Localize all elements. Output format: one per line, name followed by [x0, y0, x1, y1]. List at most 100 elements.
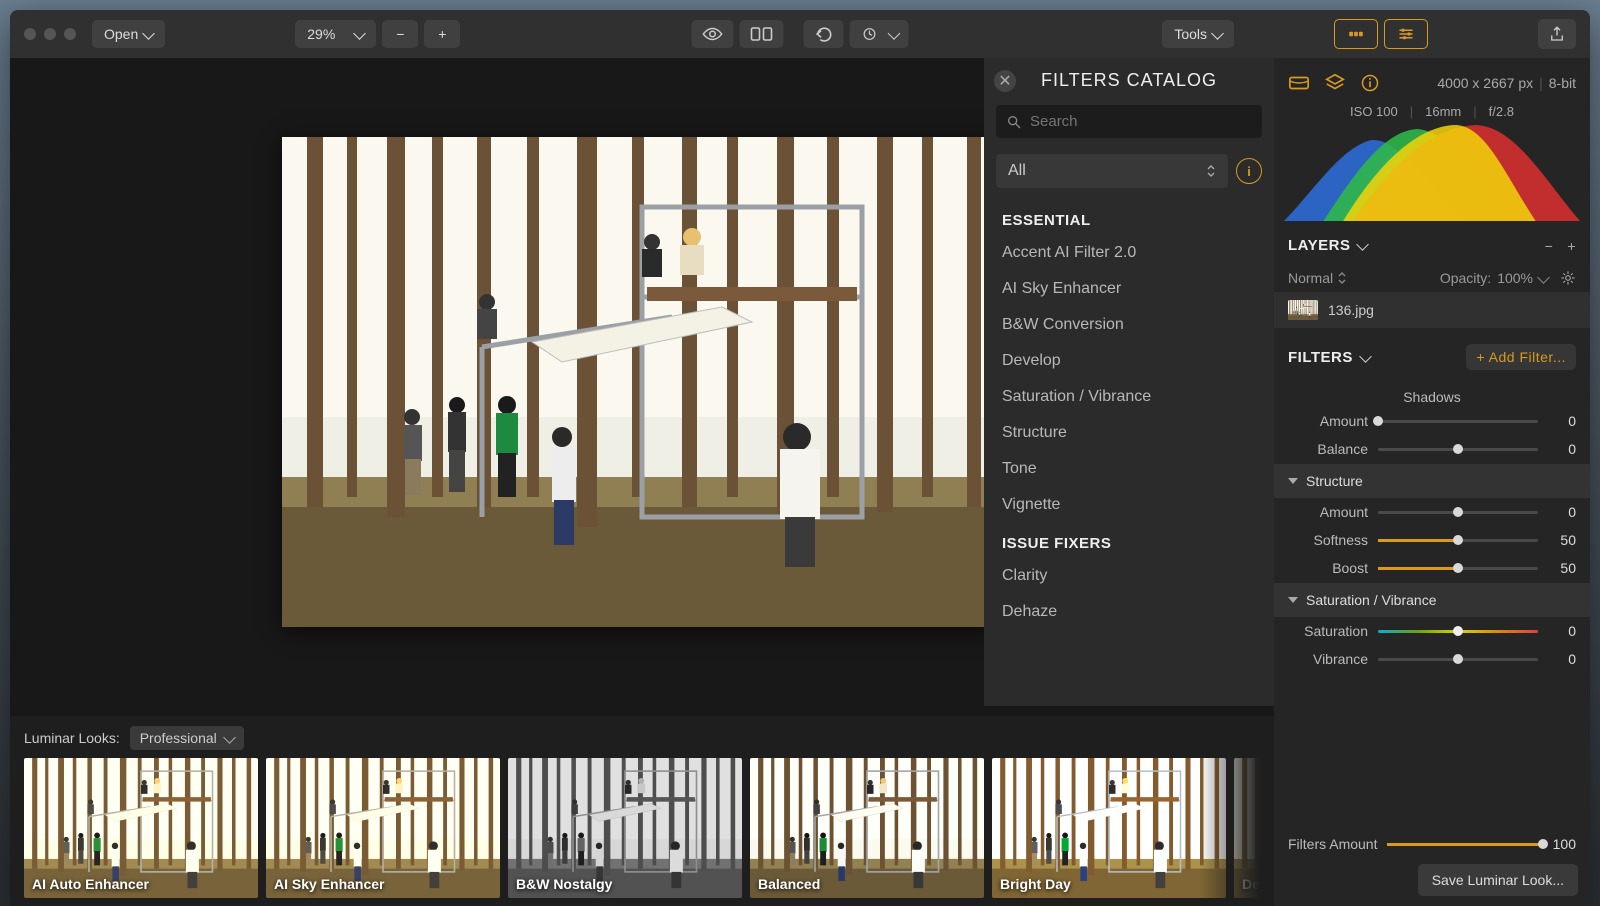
filter-panels: ShadowsAmount0Balance0StructureAmount0So… [1274, 380, 1590, 824]
layer-item[interactable]: 136.jpg [1274, 292, 1590, 328]
slider-label: Vibrance [1288, 651, 1368, 667]
bit-depth: 8-bit [1549, 75, 1576, 91]
slider-value: 0 [1548, 623, 1576, 639]
layers-icon[interactable] [1324, 72, 1346, 94]
slider-track[interactable] [1378, 630, 1538, 633]
close-catalog-button[interactable]: ✕ [994, 70, 1016, 92]
catalog-title: FILTERS CATALOG [998, 70, 1260, 91]
tools-button[interactable]: Tools [1162, 20, 1234, 48]
app-window: Open 29% − + Tools [10, 10, 1590, 906]
right-sidebar: 4000 x 2667 px|8-bit ISO 100|16mm|f/2.8 … [1274, 58, 1590, 906]
catalog-item[interactable]: Develop [984, 343, 1274, 379]
slider-row: Softness 50 [1274, 526, 1590, 554]
catalog-item[interactable]: Accent AI Filter 2.0 [984, 235, 1274, 271]
catalog-item[interactable]: Saturation / Vibrance [984, 379, 1274, 415]
history-button[interactable] [850, 20, 909, 48]
catalog-info-button[interactable]: i [1236, 158, 1262, 184]
catalog-item[interactable]: B&W Conversion [984, 307, 1274, 343]
look-label: Balanced [758, 876, 820, 892]
share-button[interactable] [1538, 19, 1576, 49]
info-icon[interactable] [1360, 73, 1380, 93]
opacity-value[interactable]: 100% [1497, 270, 1533, 286]
slider-value: 0 [1548, 413, 1576, 429]
filters-section-header[interactable]: FILTERS + Add Filter... [1274, 328, 1590, 380]
look-thumb[interactable]: AI Sky Enhancer [266, 758, 500, 898]
layers-section-header[interactable]: LAYERS −+ [1274, 227, 1590, 264]
look-thumb[interactable]: AI Auto Enhancer [24, 758, 258, 898]
slider-value: 0 [1548, 651, 1576, 667]
slider-label: Balance [1288, 441, 1368, 457]
slider-label: Boost [1288, 560, 1368, 576]
add-filter-button[interactable]: + Add Filter... [1466, 344, 1576, 370]
looks-thumbnails: AI Auto Enhancer AI Sky Enhancer B&W Nosta… [24, 758, 1260, 900]
slider-track[interactable] [1378, 567, 1538, 570]
undo-button[interactable] [804, 20, 844, 48]
catalog-search[interactable] [996, 105, 1262, 138]
slider-row: Amount 0 [1274, 498, 1590, 526]
catalog-list: ESSENTIALAccent AI Filter 2.0AI Sky Enha… [984, 194, 1274, 706]
catalog-item[interactable]: AI Sky Enhancer [984, 271, 1274, 307]
look-label: AI Auto Enhancer [32, 876, 149, 892]
slider-track[interactable] [1378, 511, 1538, 514]
open-button[interactable]: Open [92, 20, 165, 48]
exif-row: ISO 100|16mm|f/2.8 [1274, 98, 1590, 121]
zoom-group: 29% − + [295, 20, 460, 48]
catalog-item[interactable]: Clarity [984, 558, 1274, 594]
looks-heading: Luminar Looks: [24, 730, 120, 746]
add-layer-button[interactable]: + [1567, 238, 1576, 254]
filter-group-header[interactable]: Saturation / Vibrance [1274, 583, 1590, 617]
look-label: AI Sky Enhancer [274, 876, 385, 892]
slider-track[interactable] [1378, 448, 1538, 451]
slider-track[interactable] [1378, 658, 1538, 661]
panorama-icon[interactable] [1288, 72, 1310, 94]
slider-row: Vibrance 0 [1274, 645, 1590, 673]
zoom-out-button[interactable]: − [382, 20, 418, 48]
slider-value: 50 [1548, 532, 1576, 548]
layer-name: 136.jpg [1328, 302, 1374, 318]
catalog-scope-select[interactable]: All [996, 154, 1228, 188]
catalog-item[interactable]: Tone [984, 451, 1274, 487]
search-icon [1006, 114, 1022, 130]
filter-group-header[interactable]: Structure [1274, 464, 1590, 498]
save-look-button[interactable]: Save Luminar Look... [1418, 864, 1578, 896]
main-image [282, 137, 1002, 627]
layer-gear-icon[interactable] [1560, 270, 1576, 286]
catalog-item[interactable]: Vignette [984, 487, 1274, 523]
catalog-group-header: ESSENTIAL [984, 200, 1274, 235]
filters-tab[interactable] [1384, 19, 1428, 49]
window-controls[interactable] [24, 28, 76, 40]
search-input[interactable] [1030, 113, 1252, 130]
layer-controls: Normal Opacity:100% [1274, 264, 1590, 292]
slider-row: Boost 50 [1274, 554, 1590, 582]
compare-button[interactable] [740, 20, 784, 48]
slider-value: 0 [1548, 441, 1576, 457]
preview-eye-button[interactable] [692, 20, 734, 48]
slider-value: 0 [1548, 504, 1576, 520]
slider-label: Saturation [1288, 623, 1368, 639]
zoom-in-button[interactable]: + [424, 20, 460, 48]
catalog-item[interactable]: Dehaze [984, 594, 1274, 630]
catalog-group-header: ISSUE FIXERS [984, 523, 1274, 558]
catalog-item[interactable]: Structure [984, 415, 1274, 451]
look-label: Bright Day [1000, 876, 1071, 892]
look-label: B&W Nostalgy [516, 876, 612, 892]
slider-label: Amount [1288, 413, 1368, 429]
histogram [1284, 121, 1580, 221]
slider-value: 50 [1548, 560, 1576, 576]
zoom-level[interactable]: 29% [295, 20, 376, 48]
blend-mode-select[interactable]: Normal [1288, 270, 1347, 286]
filters-catalog-panel: ✕ FILTERS CATALOG All i ESSENTIALAccent … [984, 58, 1274, 706]
image-dimensions: 4000 x 2667 px [1437, 75, 1533, 91]
remove-layer-button[interactable]: − [1545, 238, 1554, 254]
body: Luminar Looks: Professional AI Auto Enha… [10, 58, 1590, 906]
slider-label: Softness [1288, 532, 1368, 548]
filters-amount-slider[interactable] [1387, 843, 1542, 846]
looks-category-select[interactable]: Professional [130, 726, 244, 750]
look-thumb[interactable]: B&W Nostalgy [508, 758, 742, 898]
slider-track[interactable] [1378, 420, 1538, 423]
slider-track[interactable] [1378, 539, 1538, 542]
looks-tab[interactable] [1334, 19, 1378, 49]
slider-label: Amount [1288, 504, 1368, 520]
look-thumb[interactable]: Bright Day [992, 758, 1226, 898]
look-thumb[interactable]: Balanced [750, 758, 984, 898]
